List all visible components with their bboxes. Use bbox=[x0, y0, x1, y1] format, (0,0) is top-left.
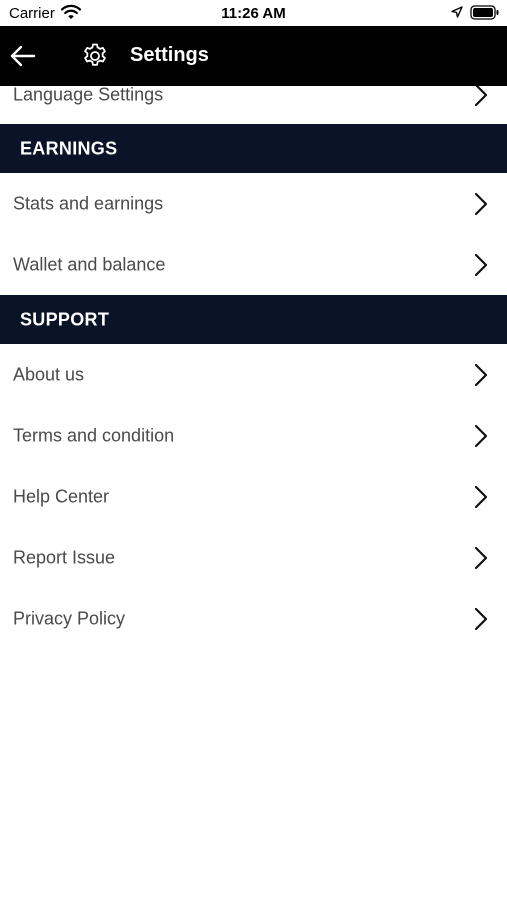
settings-row-terms[interactable]: Terms and condition bbox=[0, 405, 507, 466]
navigation-bar: Settings bbox=[0, 26, 507, 86]
status-bar: Carrier 11:26 AM bbox=[0, 0, 507, 26]
row-label: Privacy Policy bbox=[13, 608, 126, 628]
section-header-earnings: EARNINGS bbox=[0, 124, 507, 173]
location-arrow-icon bbox=[451, 6, 463, 18]
section-title: EARNINGS bbox=[20, 138, 118, 158]
row-label: Language Settings bbox=[13, 84, 164, 104]
section-title: SUPPORT bbox=[20, 309, 110, 329]
settings-screen: Language Settings EARNINGS Stats and ear… bbox=[0, 0, 507, 900]
chevron-right-icon bbox=[474, 485, 488, 508]
page-title: Settings bbox=[130, 44, 209, 66]
row-label: Wallet and balance bbox=[13, 254, 166, 274]
chevron-right-icon bbox=[474, 83, 488, 106]
settings-row-privacy[interactable]: Privacy Policy bbox=[0, 588, 507, 649]
chevron-right-icon bbox=[474, 253, 488, 276]
settings-row-stats[interactable]: Stats and earnings bbox=[0, 173, 507, 234]
gear-icon bbox=[84, 43, 106, 66]
section-header-support: SUPPORT bbox=[0, 295, 507, 344]
chevron-right-icon bbox=[474, 607, 488, 630]
chevron-right-icon bbox=[474, 546, 488, 569]
chevron-right-icon bbox=[474, 363, 488, 386]
row-label: Stats and earnings bbox=[13, 193, 164, 213]
row-label: Report Issue bbox=[13, 547, 116, 567]
row-label: Terms and condition bbox=[13, 425, 175, 445]
settings-row-wallet[interactable]: Wallet and balance bbox=[0, 234, 507, 295]
status-time: 11:26 AM bbox=[221, 5, 286, 22]
settings-row-help[interactable]: Help Center bbox=[0, 466, 507, 527]
row-label: Help Center bbox=[13, 486, 110, 506]
settings-row-report[interactable]: Report Issue bbox=[0, 527, 507, 588]
chevron-right-icon bbox=[474, 192, 488, 215]
battery-icon bbox=[470, 5, 499, 20]
settings-row-about[interactable]: About us bbox=[0, 344, 507, 405]
arrow-left-icon[interactable] bbox=[6, 40, 40, 72]
row-label: About us bbox=[13, 364, 85, 384]
chevron-right-icon bbox=[474, 424, 488, 447]
